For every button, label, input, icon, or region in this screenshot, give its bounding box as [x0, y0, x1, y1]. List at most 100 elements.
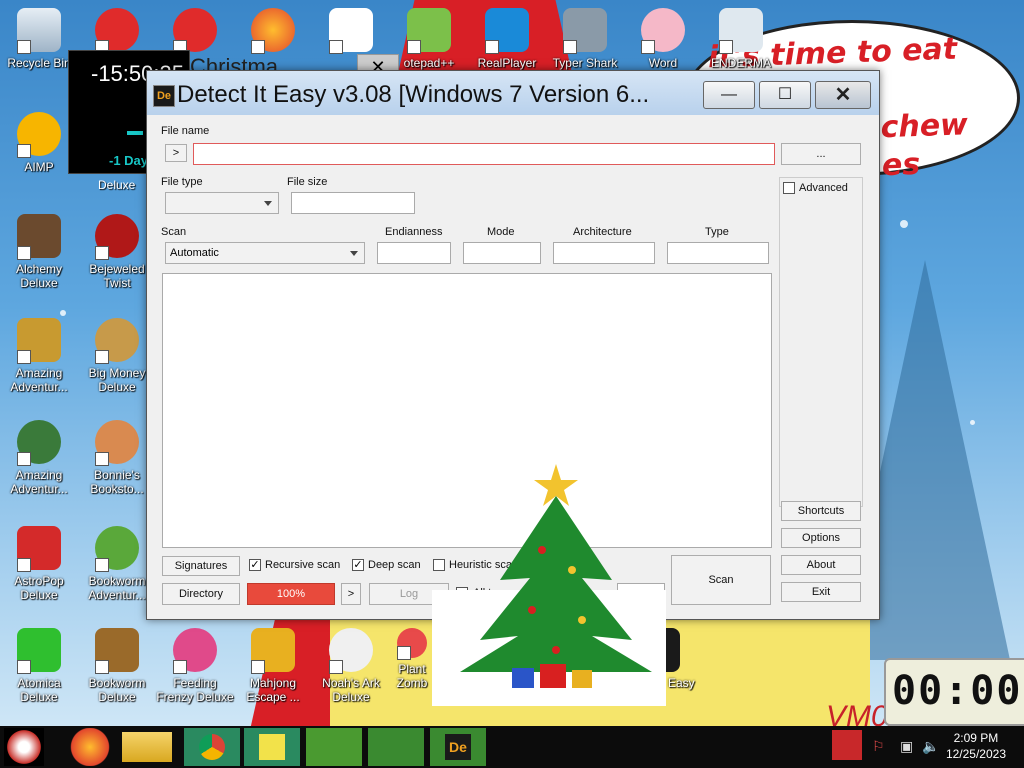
- aimp-icon: [17, 112, 61, 158]
- start-button[interactable]: [4, 728, 44, 766]
- desktop-icon-bookworm-deluxe[interactable]: Bookworm Deluxe: [78, 628, 156, 704]
- desktop-icon-firefox[interactable]: [234, 8, 312, 54]
- taskbar-spongebob-icon[interactable]: [244, 728, 300, 766]
- bejeweled-icon: [95, 214, 139, 260]
- chevron-down-icon: [350, 251, 358, 256]
- about-button[interactable]: About: [781, 555, 861, 575]
- taskbar-game-icon[interactable]: [306, 728, 362, 766]
- tray-record-icon[interactable]: [832, 730, 862, 760]
- architecture-field[interactable]: [553, 242, 655, 264]
- file-type-label: File type: [161, 176, 203, 188]
- desktop-icon-noahs-ark[interactable]: Noah's Ark Deluxe: [312, 628, 390, 704]
- desktop-icon-label: ENDERMA: [710, 56, 771, 70]
- amazing-icon: [17, 318, 61, 364]
- exit-button[interactable]: Exit: [781, 582, 861, 602]
- scan-button[interactable]: Scan: [671, 555, 771, 605]
- scan-mode-dropdown[interactable]: Automatic: [165, 242, 365, 264]
- taskbar-chrome-icon[interactable]: [184, 728, 240, 766]
- recursive-scan-checkbox[interactable]: ✓: [249, 559, 261, 571]
- browse-button[interactable]: ...: [781, 143, 861, 165]
- snowflake: [900, 220, 908, 228]
- chevron-down-icon: [264, 201, 272, 206]
- desktop-icon-bejeweled[interactable]: Bejeweled Twist: [78, 214, 156, 290]
- title-bar[interactable]: De Detect It Easy v3.08 [Windows 7 Versi…: [147, 71, 879, 115]
- deep-scan-label: Deep scan: [368, 559, 421, 571]
- noah-icon: [329, 628, 373, 674]
- snowflake: [970, 420, 975, 425]
- desktop-icon-bonnies-bookstore[interactable]: Bonnie's Booksto...: [78, 420, 156, 496]
- file-name-input[interactable]: [193, 143, 775, 165]
- mode-field[interactable]: [463, 242, 541, 264]
- desktop-icon-big-money[interactable]: Big Money Deluxe: [78, 318, 156, 394]
- desktop-icon-label: RealPlayer: [477, 56, 537, 70]
- desktop-icon-label: Mahjong Escape ...: [246, 676, 300, 704]
- type-label: Type: [705, 226, 729, 238]
- advanced-checkbox[interactable]: [783, 182, 795, 194]
- firefox-icon: [251, 8, 295, 54]
- amazing2-icon: [17, 420, 61, 466]
- realplayer-icon: [485, 8, 529, 54]
- close-button[interactable]: ✕: [815, 81, 871, 109]
- signatures-button[interactable]: Signatures: [162, 556, 240, 576]
- desktop-icon-label: Deluxe: [98, 178, 136, 192]
- taskbar: De ⚐ ▣ 🔈 2:09 PM 12/25/2023: [0, 726, 1024, 768]
- desktop-icon-typer-shark[interactable]: Typer Shark: [546, 8, 624, 70]
- red-creature-icon: [173, 8, 217, 54]
- deep-scan-checkbox[interactable]: ✓: [352, 559, 364, 571]
- desktop-icon-realplayer[interactable]: RealPlayer: [468, 8, 546, 70]
- desktop-icon-astropop[interactable]: AstroPop Deluxe: [0, 526, 78, 602]
- file-size-field[interactable]: [291, 192, 415, 214]
- feeding-icon: [173, 628, 217, 674]
- taskbar-explorer-icon[interactable]: [122, 732, 172, 762]
- desktop-icon-aimp[interactable]: AIMP: [0, 112, 78, 174]
- taskbar-tree-icon[interactable]: [368, 728, 424, 766]
- shortcuts-button[interactable]: Shortcuts: [781, 501, 861, 521]
- desktop-icon-label: Big Money Deluxe: [88, 366, 146, 394]
- tray-network-icon[interactable]: ⚐: [872, 738, 885, 755]
- desktop-icon-label: Word: [648, 56, 678, 70]
- desktop-icon-label: Plant Zomb: [396, 662, 428, 690]
- desktop-icon-label: Typer Shark: [552, 56, 618, 70]
- next-arrow-button[interactable]: >: [341, 583, 361, 605]
- desktop-icon-plants-zombies[interactable]: Plant Zomb: [390, 628, 434, 690]
- desktop-icon-label: Bookworm Deluxe: [88, 676, 146, 704]
- directory-button[interactable]: Directory: [162, 583, 240, 605]
- desktop-icon-amazing-adventures-2[interactable]: Amazing Adventur...: [0, 420, 78, 496]
- minimize-button[interactable]: —: [703, 81, 755, 109]
- desktop-icon-pacman[interactable]: [156, 8, 234, 54]
- desktop-icon-amazing-adventures[interactable]: Amazing Adventur...: [0, 318, 78, 394]
- clock-widget[interactable]: 00:00:0: [884, 658, 1024, 726]
- recent-files-button[interactable]: >: [165, 144, 187, 162]
- desktop-icon-atomica[interactable]: Atomica Deluxe: [0, 628, 78, 704]
- bookworm-deluxe-icon: [95, 628, 139, 674]
- tray-volume-icon[interactable]: 🔈: [922, 738, 939, 755]
- tray-monitor-icon[interactable]: ▣: [900, 738, 913, 755]
- file-type-dropdown[interactable]: [165, 192, 279, 214]
- tray-clock[interactable]: 2:09 PM 12/25/2023: [946, 730, 1006, 762]
- desktop-icon-shrine[interactable]: [312, 8, 390, 54]
- desktop-icon-game[interactable]: [78, 8, 156, 54]
- options-button[interactable]: Options: [781, 528, 861, 548]
- desktop-icon-label: Noah's Ark Deluxe: [322, 676, 380, 704]
- maximize-button[interactable]: ☐: [759, 81, 811, 109]
- desktop-icon-label: Feeding Frenzy Deluxe: [156, 676, 234, 704]
- desktop-icon-alchemy[interactable]: Alchemy Deluxe: [0, 214, 78, 290]
- bonnie-icon: [95, 420, 139, 466]
- desktop-icon-recycle-bin[interactable]: Recycle Bin: [0, 8, 78, 70]
- type-field[interactable]: [667, 242, 769, 264]
- taskbar-die-icon[interactable]: De: [430, 728, 486, 766]
- endianness-field[interactable]: [377, 242, 451, 264]
- desktop-icon-word[interactable]: Word: [624, 8, 702, 70]
- advanced-panel: [779, 177, 863, 507]
- desktop-icon-mahjong-escape[interactable]: Mahjong Escape ...: [234, 628, 312, 704]
- advanced-label: Advanced: [799, 182, 848, 194]
- christmas-tree-overlay: [432, 464, 666, 706]
- taskbar-firefox-icon[interactable]: [62, 728, 118, 766]
- desktop-icon-bookworm-adventures[interactable]: Bookworm Adventur...: [78, 526, 156, 602]
- shrine-icon: [329, 8, 373, 54]
- window-title: Detect It Easy v3.08 [Windows 7 Version …: [177, 81, 650, 108]
- desktop-icon-enderma[interactable]: ENDERMA: [702, 8, 780, 70]
- desktop-icon-feeding-frenzy[interactable]: Feeding Frenzy Deluxe: [156, 628, 234, 704]
- desktop-icon-notepadpp[interactable]: otepad++: [390, 8, 468, 70]
- mode-label: Mode: [487, 226, 515, 238]
